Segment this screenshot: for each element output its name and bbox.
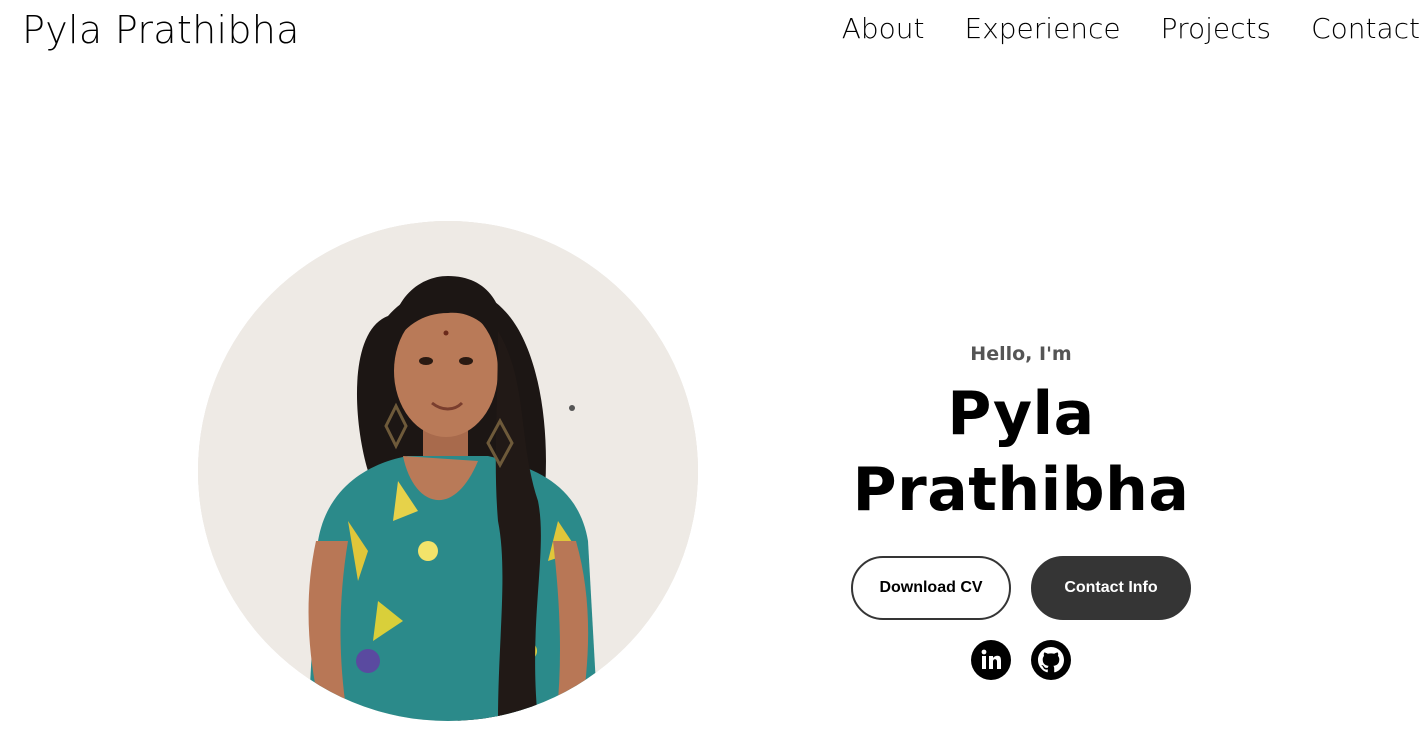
nav-item-about: About (842, 12, 925, 45)
nav-item-projects: Projects (1161, 12, 1271, 45)
hero-name: Pyla Prathibha (852, 379, 1190, 525)
github-icon[interactable] (1031, 640, 1071, 680)
nav-link-contact[interactable]: Contact (1311, 12, 1420, 45)
download-cv-button[interactable]: Download CV (851, 556, 1011, 620)
social-links (770, 640, 1272, 680)
nav-item-contact: Contact (1311, 12, 1420, 45)
site-logo[interactable]: Pyla Prathibha (22, 8, 300, 52)
hero-buttons: Download CV Contact Info (770, 556, 1272, 620)
profile-photo (198, 221, 698, 721)
top-navigation: Pyla Prathibha About Experience Projects… (0, 0, 1424, 70)
nav-link-experience[interactable]: Experience (965, 12, 1121, 45)
contact-info-button[interactable]: Contact Info (1031, 556, 1191, 620)
nav-links: About Experience Projects Contact (842, 12, 1420, 45)
nav-link-about[interactable]: About (842, 12, 925, 45)
profile-photo-illustration (198, 221, 698, 721)
greeting-text: Hello, I'm (970, 343, 1072, 365)
linkedin-icon[interactable] (971, 640, 1011, 680)
nav-link-projects[interactable]: Projects (1161, 12, 1271, 45)
nav-item-experience: Experience (965, 12, 1121, 45)
hero-text: Hello, I'm Pyla Prathibha Download CV Co… (770, 340, 1272, 680)
